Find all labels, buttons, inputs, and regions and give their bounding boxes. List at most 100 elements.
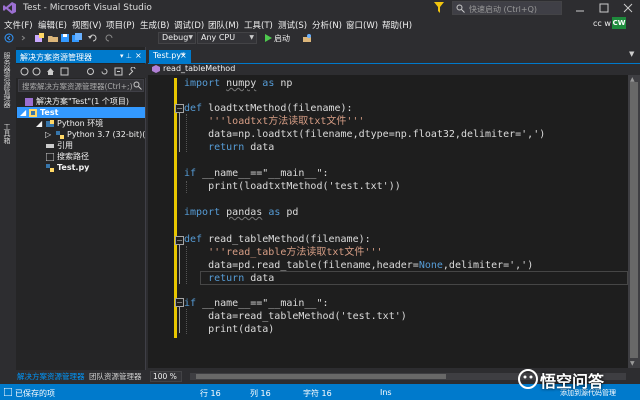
toolbox-tab[interactable]: 工具箱: [2, 123, 12, 144]
notification-flag-icon[interactable]: [434, 2, 444, 13]
expand-arrow-icon[interactable]: ◢: [36, 118, 42, 129]
method-icon: [152, 65, 160, 73]
visual-studio-logo-icon: [3, 2, 16, 14]
code-line: return data: [208, 142, 275, 153]
code-line: print(data): [184, 324, 275, 335]
status-line: 行 16: [200, 389, 221, 398]
code-line: def read_tableMethod(filename):: [184, 234, 371, 245]
menu-analyze[interactable]: 分析(N): [312, 19, 342, 31]
outline-guide: [179, 245, 180, 284]
code-line: if __name__=="__main__":: [184, 298, 329, 309]
forward-icon[interactable]: [18, 33, 28, 43]
code-line: import pandas as pd: [184, 207, 299, 218]
code-line: print(loadtxtMethod('test.txt')): [184, 181, 401, 192]
redo-icon[interactable]: [104, 33, 114, 43]
toolbar-extension-icon[interactable]: [302, 33, 312, 43]
minimize-button[interactable]: [572, 3, 588, 13]
menu-build[interactable]: 生成(B): [140, 19, 169, 31]
code-line: if __name__=="__main__":: [184, 168, 329, 179]
forward-icon[interactable]: [32, 67, 41, 76]
search-path-icon: [46, 153, 54, 161]
expand-arrow-icon[interactable]: ◢: [20, 107, 26, 118]
back-icon[interactable]: [20, 67, 29, 76]
account-name[interactable]: cc w: [593, 19, 611, 28]
properties-wrench-icon[interactable]: [128, 67, 137, 76]
tree-item-references[interactable]: 引用: [57, 140, 73, 151]
code-line: def loadtxtMethod(filename):: [184, 103, 353, 114]
code-line: data=read_tableMethod('test.txt'): [184, 311, 407, 322]
status-column: 列 16: [250, 389, 271, 398]
menu-view[interactable]: 视图(V): [72, 19, 101, 31]
code-line: '''read_table方法读取txt文件''': [208, 247, 383, 258]
start-debugging-button[interactable]: 启动: [274, 33, 290, 44]
code-line: '''loadtxt方法读取txt文件''': [208, 116, 365, 127]
status-message: 已保存的项: [15, 389, 55, 398]
menu-file[interactable]: 文件(F): [4, 19, 33, 31]
menu-edit[interactable]: 编辑(E): [38, 19, 67, 31]
chevron-down-icon[interactable]: ▼: [629, 50, 634, 58]
server-explorer-tab[interactable]: 服务器资源管理器: [2, 52, 12, 108]
quick-launch-input[interactable]: 快速启动 (Ctrl+Q): [452, 1, 562, 15]
back-icon[interactable]: [4, 33, 14, 43]
chevron-down-icon: ▼: [249, 34, 254, 41]
solution-platform-value: Any CPU: [201, 33, 236, 42]
menu-test[interactable]: 测试(S): [278, 19, 307, 31]
code-line: return data: [208, 273, 275, 284]
tree-item-file[interactable]: Test.py: [57, 162, 89, 173]
horizontal-scrollbar-thumb[interactable]: [196, 374, 446, 379]
python-env-icon: [46, 120, 54, 127]
pin-icon[interactable]: ▾ ⊥: [120, 52, 132, 60]
open-file-icon[interactable]: [48, 33, 58, 43]
window-title: Test - Microsoft Visual Studio: [23, 3, 152, 13]
collapse-arrow-icon[interactable]: ▷: [45, 129, 51, 140]
tree-item-search-paths[interactable]: 搜索路径: [57, 151, 89, 162]
menu-tools[interactable]: 工具(T): [244, 19, 273, 31]
python-project-icon: [29, 109, 37, 117]
collapse-all-icon[interactable]: [114, 67, 123, 76]
solution-configuration-select[interactable]: Debug ▼: [158, 32, 196, 44]
save-all-icon[interactable]: [72, 33, 82, 43]
solution-platform-select[interactable]: Any CPU ▼: [197, 32, 257, 44]
undo-icon[interactable]: [88, 33, 98, 43]
search-icon: [456, 4, 465, 13]
new-project-icon[interactable]: [34, 33, 44, 43]
menu-team[interactable]: 团队(M): [208, 19, 239, 31]
solution-configuration-value: Debug: [162, 33, 189, 42]
collapse-region-icon[interactable]: −: [175, 104, 184, 113]
tree-item-python-interpreter[interactable]: Python 3.7 (32-bit)(全局默认): [67, 129, 145, 140]
document-tab-strip: [148, 47, 640, 62]
outline-guide: [179, 113, 180, 152]
switch-views-icon[interactable]: [60, 67, 69, 76]
tab-team-explorer[interactable]: 团队资源管理器: [89, 371, 142, 382]
chevron-down-icon: ▼: [188, 34, 193, 41]
member-dropdown[interactable]: read_tableMethod: [163, 64, 235, 73]
save-icon[interactable]: [60, 33, 70, 43]
tab-solution-explorer[interactable]: 解决方案资源管理器: [17, 371, 85, 382]
close-window-button[interactable]: [620, 2, 636, 14]
close-icon[interactable]: ×: [135, 51, 142, 60]
close-icon[interactable]: ×: [180, 51, 187, 60]
python-icon: [56, 131, 64, 139]
vertical-scrollbar-thumb[interactable]: [630, 82, 638, 358]
start-play-icon[interactable]: [263, 33, 273, 43]
solution-search-input[interactable]: 搜索解决方案资源管理器(Ctrl+;): [18, 79, 144, 92]
pending-changes-icon[interactable]: [86, 67, 95, 76]
tree-item-solution[interactable]: 解决方案"Test"(1 个项目): [36, 96, 129, 107]
zoom-select[interactable]: 100 %: [150, 371, 182, 382]
scroll-up-icon[interactable]: ▲: [630, 76, 635, 83]
menu-window[interactable]: 窗口(W): [346, 19, 378, 31]
collapse-region-icon[interactable]: −: [175, 236, 184, 245]
collapse-region-icon[interactable]: −: [175, 298, 184, 307]
menu-debug[interactable]: 调试(D): [174, 19, 204, 31]
menu-help[interactable]: 帮助(H): [382, 19, 412, 31]
tree-item-python-env[interactable]: Python 环境: [57, 118, 103, 129]
refresh-icon[interactable]: [100, 67, 109, 76]
tree-item-project[interactable]: Test: [40, 107, 58, 118]
home-icon[interactable]: [46, 67, 55, 76]
search-icon[interactable]: [133, 81, 142, 90]
maximize-button[interactable]: [596, 2, 612, 14]
references-icon: [46, 144, 54, 148]
code-line: import numpy as np: [184, 78, 293, 89]
account-avatar[interactable]: CW: [612, 17, 626, 29]
menu-project[interactable]: 项目(P): [106, 19, 135, 31]
